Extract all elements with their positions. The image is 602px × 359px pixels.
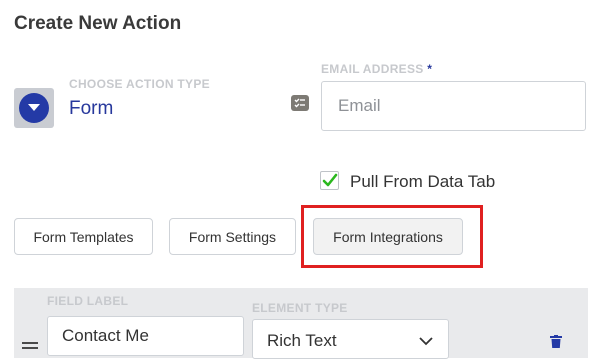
pull-from-data-tab-checkbox[interactable] [320,171,339,190]
element-type-label: ELEMENT TYPE [252,301,348,315]
element-type-select[interactable]: Rich Text [252,319,449,359]
email-label-text: EMAIL ADDRESS [321,62,424,76]
form-templates-button[interactable]: Form Templates [14,218,153,255]
form-settings-button[interactable]: Form Settings [169,218,296,255]
email-label: EMAIL ADDRESS * [321,62,432,76]
required-mark: * [427,62,433,76]
element-type-value: Rich Text [267,331,337,350]
trash-icon[interactable] [549,335,563,353]
page-title: Create New Action [14,13,182,34]
action-type-value[interactable]: Form [69,98,113,120]
field-label-input[interactable] [47,316,244,356]
highlight-box [301,205,483,268]
pull-from-data-tab-label: Pull From Data Tab [350,172,496,191]
check-icon [322,173,338,187]
checklist-icon [291,95,309,111]
field-label-label: FIELD LABEL [47,294,129,308]
chevron-down-icon [28,104,40,111]
drag-handle-icon[interactable] [22,342,38,352]
email-field[interactable] [321,81,586,131]
chevron-down-icon [419,337,433,346]
action-type-label: CHOOSE ACTION TYPE [69,77,210,91]
